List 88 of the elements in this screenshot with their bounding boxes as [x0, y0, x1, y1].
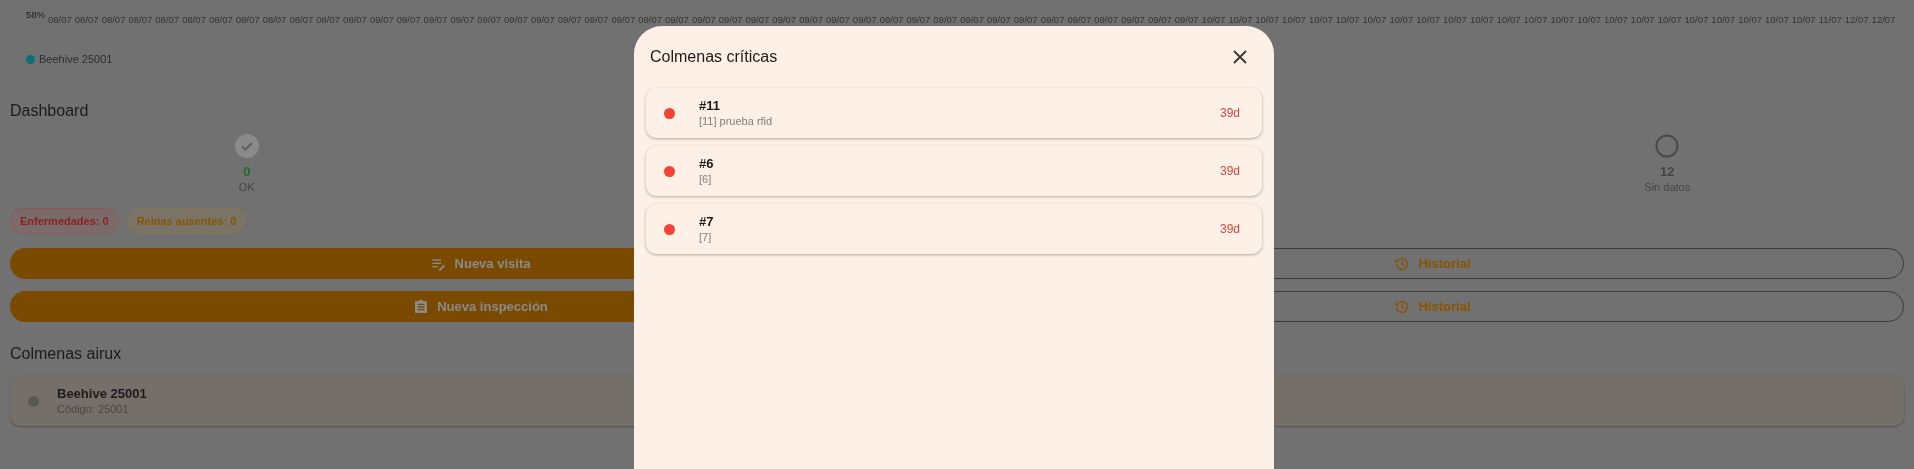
- axis-date-label: 08/07: [235, 14, 260, 26]
- axis-date-label: 09/07: [906, 14, 931, 26]
- critical-hive-item[interactable]: #7 [7] 39d: [646, 204, 1262, 254]
- axis-date-label: 08/07: [48, 14, 72, 26]
- check-circle-icon: [234, 133, 259, 158]
- axis-date-label: 09/07: [691, 14, 716, 26]
- axis-date-label: 09/07: [718, 14, 743, 26]
- axis-date-label: 09/07: [450, 14, 475, 26]
- axis-date-label: 09/07: [557, 14, 582, 26]
- axis-date-label: 10/07: [1469, 14, 1494, 26]
- axis-date-label: 10/07: [1604, 14, 1628, 26]
- empty-circle-icon: [1655, 133, 1680, 158]
- axis-date-label: 09/07: [1174, 14, 1199, 26]
- axis-date-label: 10/07: [1389, 14, 1414, 26]
- section-title: Dashboard: [10, 100, 89, 121]
- axis-date-label: 08/07: [343, 14, 367, 26]
- axis-date-label: 12/07: [1871, 14, 1896, 26]
- axis-date-label: 08/07: [316, 14, 341, 26]
- axis-date-label: 09/07: [638, 14, 662, 26]
- hive-subtitle: [6]: [699, 172, 713, 187]
- axis-date-label: 09/07: [1147, 14, 1172, 26]
- dialog-title: Colmenas críticas: [650, 47, 778, 67]
- days-label: 39d: [1219, 105, 1240, 122]
- axis-date-label: 09/07: [1067, 14, 1092, 26]
- axis-date-label: 09/07: [987, 14, 1011, 26]
- axis-date-label: 09/07: [1013, 14, 1038, 26]
- axis-date-label: 10/07: [1523, 14, 1548, 26]
- axis-date-label: 09/07: [826, 14, 850, 26]
- axis-date-label: 10/07: [1496, 14, 1521, 26]
- axis-date-label: 10/07: [1630, 14, 1655, 26]
- axis-date-label: 10/07: [1657, 14, 1682, 26]
- hive-title: #11: [699, 97, 721, 114]
- hive-title: #7: [699, 213, 715, 230]
- axis-date-label: 09/07: [879, 14, 904, 26]
- axis-date-label: 10/07: [1443, 14, 1467, 26]
- axis-date-label: 09/07: [611, 14, 636, 26]
- axis-date-label: 09/07: [960, 14, 984, 26]
- axis-date-label: 09/07: [477, 14, 502, 26]
- hive-subtitle: [7]: [699, 230, 713, 245]
- axis-date-label: 11/07: [1818, 14, 1842, 26]
- days-label: 39d: [1219, 221, 1240, 238]
- axis-date-label: 09/07: [504, 14, 528, 26]
- hive-title: #6: [699, 155, 715, 172]
- status-chip: Enfermedades: 0: [10, 207, 119, 234]
- axis-date-label: 09/07: [1040, 14, 1065, 26]
- axis-date-label: 09/07: [1094, 14, 1119, 26]
- axis-date-label: 10/07: [1228, 14, 1253, 26]
- axis-date-label: 10/07: [1684, 14, 1709, 26]
- close-icon: [1233, 50, 1247, 64]
- axis-date-label: 09/07: [745, 14, 770, 26]
- axis-date-label: 09/07: [933, 14, 958, 26]
- critical-hive-item[interactable]: #11 [11] prueba rfid 39d: [646, 88, 1262, 138]
- days-label: 39d: [1219, 163, 1240, 180]
- axis-date-label: 10/07: [1550, 14, 1575, 26]
- axis-date-label: 08/07: [101, 14, 126, 26]
- axis-date-label: 10/07: [1282, 14, 1306, 26]
- axis-date-label: 09/07: [584, 14, 609, 26]
- stat-value: 0: [243, 163, 251, 180]
- status-chip: Reinas ausentes: 0: [126, 207, 247, 234]
- section-title: Colmenas airux: [10, 344, 122, 364]
- axis-date-label: 10/07: [1335, 14, 1360, 26]
- axis-date-label: 08/07: [155, 14, 180, 26]
- axis-date-label: 10/07: [1362, 14, 1387, 26]
- axis-date-label: 08/07: [182, 14, 206, 26]
- axis-date-label: 08/07: [208, 14, 233, 26]
- history-icon: [1394, 298, 1411, 315]
- critical-hive-item[interactable]: #6 [6] 39d: [646, 146, 1262, 196]
- hive-name: Beehive 25001: [57, 385, 147, 402]
- legend-label: Beehive 25001: [39, 52, 113, 67]
- axis-date-label: 09/07: [852, 14, 877, 26]
- axis-date-label: 09/07: [396, 14, 421, 26]
- history-icon: [1394, 255, 1411, 272]
- axis-date-label: 12/07: [1844, 14, 1869, 26]
- axis-date-label: 09/07: [530, 14, 555, 26]
- clipboard-icon: [413, 298, 430, 315]
- axis-date-label: 08/07: [74, 14, 99, 26]
- axis-date-label: 09/07: [665, 14, 689, 26]
- status-dot-icon: [28, 395, 39, 407]
- axis-date-label: 09/07: [1121, 14, 1145, 26]
- axis-date-label: 10/07: [1791, 14, 1816, 26]
- axis-date-label: 10/07: [1308, 14, 1333, 26]
- hive-subtitle: [11] prueba rfid: [699, 114, 774, 129]
- axis-date-label: 09/07: [799, 14, 823, 26]
- axis-tick-label: 58%: [26, 8, 46, 22]
- axis-date-label: 10/07: [1201, 14, 1226, 26]
- axis-date-label: 09/07: [772, 14, 797, 26]
- axis-date-label: 10/07: [1765, 14, 1789, 26]
- axis-date-label: 09/07: [369, 14, 394, 26]
